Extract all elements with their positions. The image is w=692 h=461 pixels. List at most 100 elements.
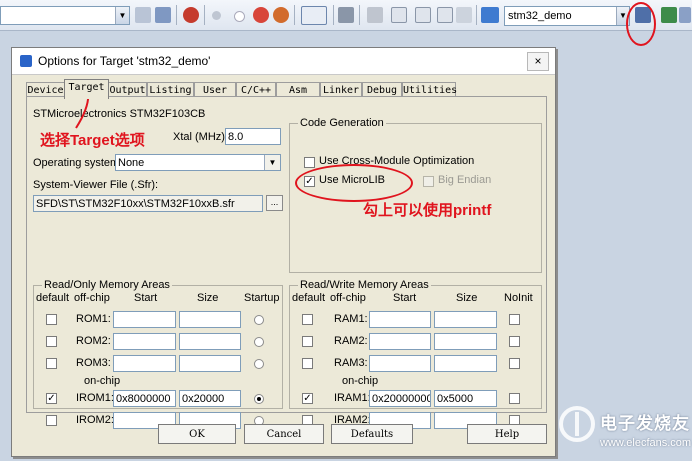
ro_mem-row-3-size-input[interactable]: 0x20000 bbox=[179, 390, 241, 407]
debug-start-icon[interactable] bbox=[183, 7, 199, 23]
rw_mem-row-2-name: RAM3: bbox=[334, 357, 368, 369]
sysviewer-input[interactable]: SFD\ST\STM32F10xx\STM32F10xxB.sfr bbox=[33, 195, 263, 212]
rw_mem-row-2-noinit-checkbox[interactable] bbox=[509, 358, 520, 369]
app-icon bbox=[20, 55, 32, 67]
ro_mem-row-0-name: ROM1: bbox=[76, 313, 111, 325]
browse-button[interactable]: ... bbox=[266, 195, 283, 211]
settings-icon[interactable] bbox=[456, 7, 472, 23]
tab-target[interactable]: Target bbox=[64, 79, 109, 99]
window-icon[interactable] bbox=[391, 7, 407, 23]
stop-icon[interactable] bbox=[253, 7, 269, 23]
rw_mem-row-0-noinit-checkbox[interactable] bbox=[509, 314, 520, 325]
cross-module-checkbox[interactable] bbox=[304, 157, 315, 168]
ro_mem-row-4-default-checkbox[interactable] bbox=[46, 415, 57, 426]
cancel-button[interactable]: Cancel bbox=[244, 424, 324, 444]
ro_mem-row-0-default-checkbox[interactable] bbox=[46, 314, 57, 325]
rw_mem-row-3-name: IRAM1: bbox=[334, 392, 371, 404]
ok-button[interactable]: OK bbox=[158, 424, 236, 444]
annotation-oval-target-options bbox=[626, 2, 656, 46]
view-icon[interactable] bbox=[301, 6, 327, 25]
ro-header-start: Start bbox=[134, 292, 158, 304]
rw_mem-row-2-start-input[interactable] bbox=[369, 355, 431, 372]
readonly-memory-group: Read/Only Memory Areas default off-chip … bbox=[33, 279, 283, 429]
elecfans-logo-icon bbox=[559, 406, 595, 442]
xtal-input[interactable]: 8.0 bbox=[225, 128, 281, 145]
target-select-value: stm32_demo bbox=[508, 10, 572, 22]
options-icon[interactable] bbox=[273, 7, 289, 23]
ro_mem-row-3-start-input[interactable]: 0x8000000 bbox=[113, 390, 176, 407]
ro_mem-row-3-name: IROM1: bbox=[76, 392, 114, 404]
xtal-label: Xtal (MHz): bbox=[173, 131, 228, 143]
device-name: STMicroelectronics STM32F103CB bbox=[33, 108, 206, 120]
ro-onchip-label: on-chip bbox=[84, 375, 121, 387]
sysviewer-label: System-Viewer File (.Sfr): bbox=[33, 179, 159, 191]
annotation-select-target: 选择Target选项 bbox=[40, 132, 145, 149]
rw_mem-row-1-size-input[interactable] bbox=[434, 333, 497, 350]
rw_mem-row-3-start-input[interactable]: 0x20000000 bbox=[369, 390, 431, 407]
chevron-down-icon[interactable]: ▼ bbox=[264, 155, 280, 170]
rw-header-size: Size bbox=[456, 292, 478, 304]
ro_mem-row-2-size-input[interactable] bbox=[179, 355, 241, 372]
rw_mem-row-1-start-input[interactable] bbox=[369, 333, 431, 350]
big-endian-checkbox[interactable] bbox=[423, 176, 434, 187]
toolbar-combo[interactable]: ▼ bbox=[0, 6, 130, 25]
main-toolbar: ▼ stm32_demo ▼ bbox=[0, 0, 692, 31]
rw_mem-row-1-noinit-checkbox[interactable] bbox=[509, 336, 520, 347]
ro_mem-row-1-size-input[interactable] bbox=[179, 333, 241, 350]
rw_mem-row-0-default-checkbox[interactable] bbox=[302, 314, 313, 325]
rw_mem-row-2-size-input[interactable] bbox=[434, 355, 497, 372]
tools-icon[interactable] bbox=[338, 7, 354, 23]
rw_mem-row-3-default-checkbox[interactable]: ✓ bbox=[302, 393, 313, 404]
books-icon[interactable] bbox=[679, 7, 691, 23]
rw-header-offchip: off-chip bbox=[330, 292, 366, 304]
ro_mem-row-1-startup-radio[interactable] bbox=[254, 337, 264, 347]
ro_mem-row-0-size-input[interactable] bbox=[179, 311, 241, 328]
ro_mem-row-0-start-input[interactable] bbox=[113, 311, 176, 328]
books-icon[interactable] bbox=[367, 7, 383, 23]
target-select[interactable]: stm32_demo ▼ bbox=[504, 6, 630, 26]
ro_mem-row-2-default-checkbox[interactable] bbox=[46, 358, 57, 369]
ro_mem-row-1-start-input[interactable] bbox=[113, 333, 176, 350]
components-icon[interactable] bbox=[661, 7, 677, 23]
ro_mem-row-4-name: IROM2: bbox=[76, 414, 114, 426]
find-in-files-icon[interactable] bbox=[155, 7, 171, 23]
annotation-check-printf: 勾上可以使用printf bbox=[363, 202, 492, 219]
rw_mem-row-3-noinit-checkbox[interactable] bbox=[509, 393, 520, 404]
dialog-title: Options for Target 'stm32_demo' bbox=[38, 54, 211, 68]
ro_mem-row-2-start-input[interactable] bbox=[113, 355, 176, 372]
watermark-url: www.elecfans.com bbox=[600, 437, 692, 449]
code-generation-title: Code Generation bbox=[298, 117, 386, 129]
ro_mem-row-1-default-checkbox[interactable] bbox=[46, 336, 57, 347]
ro-header-startup: Startup bbox=[244, 292, 280, 304]
defaults-button[interactable]: Defaults bbox=[331, 424, 413, 444]
os-select[interactable]: None ▼ bbox=[115, 154, 281, 171]
window-icon[interactable] bbox=[437, 7, 453, 23]
close-icon[interactable]: × bbox=[527, 52, 549, 71]
circle-icon[interactable] bbox=[234, 11, 245, 22]
dialog-titlebar: Options for Target 'stm32_demo' × bbox=[12, 48, 555, 75]
annotation-oval-microlib bbox=[295, 164, 413, 202]
find-icon[interactable] bbox=[135, 7, 151, 23]
watermark-brand: 电子发烧友 bbox=[600, 414, 690, 433]
rw-onchip-label: on-chip bbox=[342, 375, 379, 387]
rw_mem-row-1-default-checkbox[interactable] bbox=[302, 336, 313, 347]
readonly-memory-title: Read/Only Memory Areas bbox=[42, 279, 172, 291]
chevron-down-icon[interactable]: ▼ bbox=[115, 7, 129, 24]
big-endian-label: Big Endian bbox=[438, 174, 492, 186]
os-select-value: None bbox=[118, 157, 145, 169]
ro_mem-row-0-startup-radio[interactable] bbox=[254, 315, 264, 325]
ro_mem-row-2-startup-radio[interactable] bbox=[254, 359, 264, 369]
ro_mem-row-3-startup-radio[interactable] bbox=[254, 394, 264, 404]
rw_mem-row-1-name: RAM2: bbox=[334, 335, 368, 347]
load-icon[interactable] bbox=[481, 7, 499, 23]
rw_mem-row-2-default-checkbox[interactable] bbox=[302, 358, 313, 369]
rw_mem-row-3-size-input[interactable]: 0x5000 bbox=[434, 390, 497, 407]
help-button[interactable]: Help bbox=[467, 424, 547, 444]
ro-header-default: default bbox=[36, 292, 70, 304]
rw_mem-row-0-size-input[interactable] bbox=[434, 311, 497, 328]
rw_mem-row-0-name: RAM1: bbox=[334, 313, 368, 325]
circle-icon[interactable] bbox=[212, 11, 221, 20]
window-icon[interactable] bbox=[415, 7, 431, 23]
ro_mem-row-3-default-checkbox[interactable]: ✓ bbox=[46, 393, 57, 404]
rw_mem-row-0-start-input[interactable] bbox=[369, 311, 431, 328]
